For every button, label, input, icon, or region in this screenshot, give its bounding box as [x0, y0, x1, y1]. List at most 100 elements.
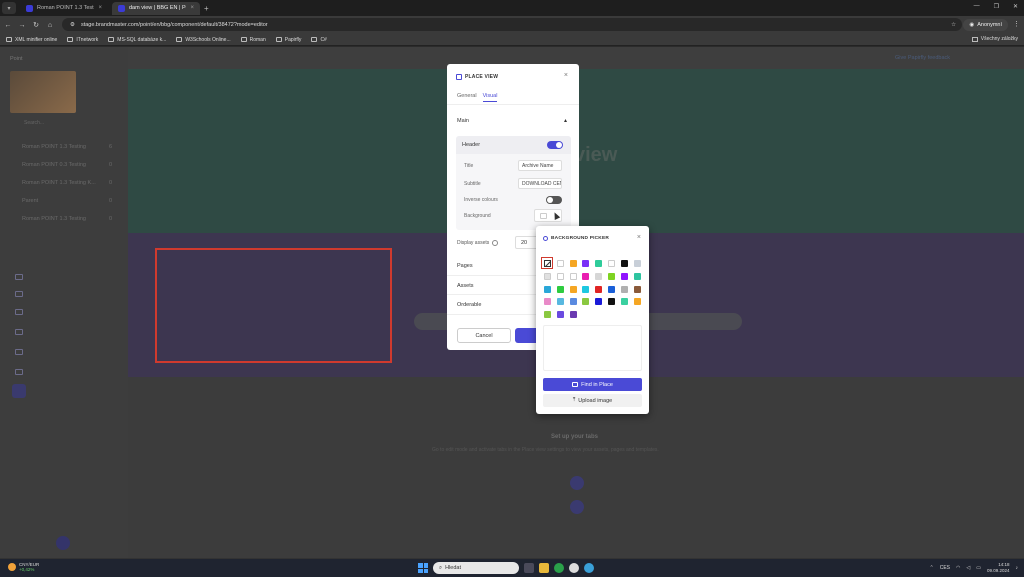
chrome-icon[interactable]: [569, 563, 579, 573]
add-tab-button[interactable]: [570, 500, 584, 514]
bookmark-item[interactable]: XML minifier online: [6, 37, 57, 43]
taskbar-search[interactable]: ⌕ Hledat: [433, 562, 519, 574]
tool-icon[interactable]: [15, 309, 23, 315]
color-swatch[interactable]: [544, 298, 551, 306]
color-swatch[interactable]: [633, 285, 641, 293]
color-swatch[interactable]: [608, 260, 615, 267]
close-window-icon[interactable]: ✕: [1013, 3, 1018, 10]
sidebar-item[interactable]: Roman POINT 1.3 Testing 6: [22, 144, 112, 150]
close-icon[interactable]: ×: [637, 234, 641, 241]
chevron-up-icon[interactable]: ▴: [564, 117, 567, 124]
bookmark-item[interactable]: Roman: [240, 37, 266, 43]
task-view-icon[interactable]: [524, 563, 534, 573]
new-tab-button[interactable]: +: [204, 4, 209, 13]
tool-icon[interactable]: [15, 369, 23, 375]
color-swatch[interactable]: [569, 285, 577, 293]
section-main-label[interactable]: Main: [457, 118, 469, 124]
color-swatch[interactable]: [620, 272, 628, 280]
tab-visual[interactable]: Visual: [482, 93, 498, 102]
battery-icon[interactable]: ▭: [976, 565, 981, 571]
cancel-button[interactable]: Cancel: [457, 328, 511, 343]
color-swatch[interactable]: [595, 260, 603, 267]
color-swatch[interactable]: [595, 285, 603, 293]
sidebar-item[interactable]: Roman POINT 1.3 Testing K... 0: [22, 180, 112, 186]
minimize-icon[interactable]: —: [974, 3, 980, 10]
color-swatch[interactable]: [582, 260, 590, 267]
bookmark-item[interactable]: Papirfly: [275, 37, 301, 43]
chevron-up-icon[interactable]: ⌃: [930, 565, 934, 571]
sidebar-item[interactable]: Roman POINT 0.3 Testing 0: [22, 162, 112, 168]
tool-icon[interactable]: [15, 329, 23, 335]
windows-start-icon[interactable]: [418, 563, 428, 573]
color-swatch[interactable]: [620, 298, 628, 306]
section-orderable[interactable]: Orderable: [457, 302, 481, 308]
add-tab-button[interactable]: [570, 476, 584, 490]
sidebar-search[interactable]: Search...: [10, 120, 116, 130]
color-swatch[interactable]: [608, 298, 615, 306]
color-swatch[interactable]: [556, 285, 564, 293]
browser-tab-2[interactable]: dam view | BBG EN | Point ×: [112, 1, 200, 15]
color-swatch[interactable]: [544, 272, 551, 280]
browser-tab-1[interactable]: Roman POINT 1.3 Testing EN | ... ×: [20, 2, 108, 15]
close-icon[interactable]: ×: [564, 72, 568, 79]
volume-icon[interactable]: ◁: [966, 565, 970, 571]
bookmark-star-icon[interactable]: ☆: [951, 22, 956, 28]
color-swatch[interactable]: [556, 298, 564, 306]
tool-icon[interactable]: [15, 291, 23, 297]
color-swatch[interactable]: [569, 260, 577, 267]
feedback-link[interactable]: Give Papirfly feedback: [895, 55, 950, 61]
sidebar-item[interactable]: Roman POINT 1.3 Testing 0: [22, 216, 112, 222]
color-swatch[interactable]: [544, 311, 551, 319]
color-swatch[interactable]: [620, 285, 628, 293]
color-swatch[interactable]: [569, 311, 577, 319]
bookmark-item[interactable]: C#: [311, 37, 327, 43]
inverse-colours-toggle[interactable]: [546, 196, 562, 204]
color-swatch[interactable]: [582, 298, 590, 306]
no-background-swatch[interactable]: [541, 257, 553, 269]
tab-search-button[interactable]: ▾: [2, 2, 16, 14]
color-swatch[interactable]: [569, 298, 577, 306]
color-swatch[interactable]: [582, 272, 590, 280]
tab-close-icon[interactable]: ×: [98, 5, 102, 11]
notification-bell-icon[interactable]: ♪: [1016, 565, 1019, 571]
color-swatch[interactable]: [633, 298, 641, 306]
tab-close-icon[interactable]: ×: [190, 5, 194, 11]
tab-general[interactable]: General: [457, 93, 477, 102]
clock[interactable]: 14:18 09.09.2024: [987, 562, 1010, 574]
bookmark-item[interactable]: MS-SQL databáze k...: [108, 37, 166, 43]
color-swatch[interactable]: [595, 298, 603, 306]
help-fab[interactable]: [56, 536, 70, 550]
sidebar-item[interactable]: Parent 0: [22, 198, 112, 204]
color-swatch[interactable]: [608, 285, 615, 293]
language-indicator[interactable]: CES: [940, 565, 950, 571]
color-swatch[interactable]: [633, 260, 641, 267]
color-swatch[interactable]: [620, 260, 628, 267]
home-icon[interactable]: ⌂: [44, 22, 56, 29]
all-bookmarks[interactable]: Všechny záložky: [971, 36, 1018, 42]
color-swatch[interactable]: [556, 311, 564, 319]
info-icon[interactable]: [492, 240, 499, 246]
wifi-icon[interactable]: ◠: [956, 565, 960, 571]
site-info-icon[interactable]: ⚙: [70, 22, 75, 28]
bookmark-item[interactable]: ITnetwork: [67, 37, 98, 43]
back-icon[interactable]: ←: [2, 22, 14, 29]
section-assets[interactable]: Assets: [457, 283, 474, 289]
active-tool-icon[interactable]: [12, 384, 26, 398]
section-pages[interactable]: Pages: [457, 263, 473, 269]
color-swatch[interactable]: [544, 285, 551, 293]
find-in-place-button[interactable]: Find in Place: [543, 378, 642, 391]
color-swatch[interactable]: [633, 272, 641, 280]
chrome-icon[interactable]: [584, 563, 594, 573]
tool-icon[interactable]: [15, 349, 23, 355]
tool-icon[interactable]: [15, 274, 23, 280]
forward-icon[interactable]: →: [16, 22, 28, 29]
color-swatch[interactable]: [608, 272, 615, 280]
color-swatch[interactable]: [595, 272, 603, 280]
maximize-icon[interactable]: ❐: [994, 3, 999, 10]
upload-image-button[interactable]: ⤒ Upload image: [543, 394, 642, 407]
address-bar[interactable]: ⚙ stage.brandmaster.com/point/en/bbg/com…: [62, 18, 962, 31]
profile-button[interactable]: ◉ Anonymní: [963, 19, 1008, 31]
chrome-icon[interactable]: [554, 563, 564, 573]
title-input[interactable]: Archive Name: [518, 160, 562, 171]
bookmark-item[interactable]: W3Schools Online...: [176, 37, 231, 43]
